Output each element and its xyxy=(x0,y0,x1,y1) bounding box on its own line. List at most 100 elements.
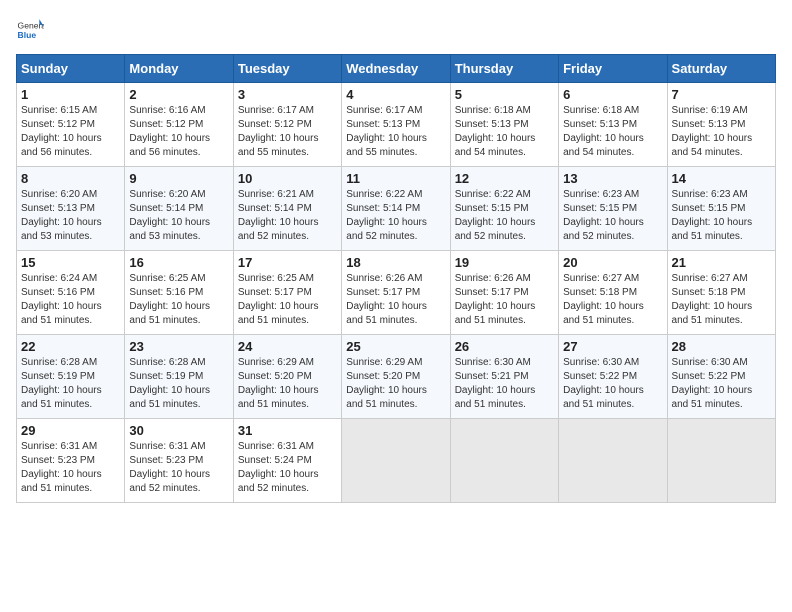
day-info: Sunrise: 6:27 AMSunset: 5:18 PMDaylight:… xyxy=(672,272,771,328)
calendar-cell: 12 Sunrise: 6:22 AMSunset: 5:15 PMDayligh… xyxy=(450,167,558,251)
calendar-cell: 26 Sunrise: 6:30 AMSunset: 5:21 PMDayligh… xyxy=(450,335,558,419)
day-info: Sunrise: 6:31 AMSunset: 5:24 PMDaylight:… xyxy=(238,440,337,496)
day-number: 21 xyxy=(672,255,771,270)
day-info: Sunrise: 6:23 AMSunset: 5:15 PMDaylight:… xyxy=(672,188,771,244)
day-info: Sunrise: 6:18 AMSunset: 5:13 PMDaylight:… xyxy=(455,104,554,160)
day-number: 19 xyxy=(455,255,554,270)
day-info: Sunrise: 6:15 AMSunset: 5:12 PMDaylight:… xyxy=(21,104,120,160)
day-number: 29 xyxy=(21,423,120,438)
day-number: 27 xyxy=(563,339,662,354)
day-number: 14 xyxy=(672,171,771,186)
calendar-cell: 3Sunrise: 6:17 AMSunset: 5:12 PMDaylight… xyxy=(233,83,341,167)
day-number: 18 xyxy=(346,255,445,270)
calendar-cell: 16Sunrise: 6:25 AMSunset: 5:16 PMDayligh… xyxy=(125,251,233,335)
day-number: 22 xyxy=(21,339,120,354)
calendar-cell: 8 Sunrise: 6:20 AMSunset: 5:13 PMDaylight… xyxy=(17,167,125,251)
day-number: 23 xyxy=(129,339,228,354)
day-info: Sunrise: 6:20 AMSunset: 5:14 PMDaylight:… xyxy=(129,188,228,244)
day-info: Sunrise: 6:28 AMSunset: 5:19 PMDaylight:… xyxy=(21,356,120,412)
calendar-cell: 11 Sunrise: 6:22 AMSunset: 5:14 PMDayligh… xyxy=(342,167,450,251)
svg-text:Blue: Blue xyxy=(18,30,37,40)
day-info: Sunrise: 6:17 AMSunset: 5:13 PMDaylight:… xyxy=(346,104,445,160)
calendar-cell: 14 Sunrise: 6:23 AMSunset: 5:15 PMDayligh… xyxy=(667,167,775,251)
day-info: Sunrise: 6:25 AMSunset: 5:16 PMDaylight:… xyxy=(129,272,228,328)
day-info: Sunrise: 6:27 AMSunset: 5:18 PMDaylight:… xyxy=(563,272,662,328)
calendar-cell: 5 Sunrise: 6:18 AMSunset: 5:13 PMDaylight… xyxy=(450,83,558,167)
day-info: Sunrise: 6:26 AMSunset: 5:17 PMDaylight:… xyxy=(455,272,554,328)
calendar-cell: 10 Sunrise: 6:21 AMSunset: 5:14 PMDayligh… xyxy=(233,167,341,251)
day-number: 10 xyxy=(238,171,337,186)
day-info: Sunrise: 6:24 AMSunset: 5:16 PMDaylight:… xyxy=(21,272,120,328)
day-info: Sunrise: 6:18 AMSunset: 5:13 PMDaylight:… xyxy=(563,104,662,160)
day-info: Sunrise: 6:25 AMSunset: 5:17 PMDaylight:… xyxy=(238,272,337,328)
day-number: 5 xyxy=(455,87,554,102)
calendar-cell: 24Sunrise: 6:29 AMSunset: 5:20 PMDayligh… xyxy=(233,335,341,419)
week-row-1: 1 Sunrise: 6:15 AMSunset: 5:12 PMDaylight… xyxy=(17,83,776,167)
weekday-header-monday: Monday xyxy=(125,55,233,83)
day-info: Sunrise: 6:19 AMSunset: 5:13 PMDaylight:… xyxy=(672,104,771,160)
calendar-cell: 18 Sunrise: 6:26 AMSunset: 5:17 PMDayligh… xyxy=(342,251,450,335)
day-number: 11 xyxy=(346,171,445,186)
logo: General Blue xyxy=(16,16,44,44)
calendar-cell: 2 Sunrise: 6:16 AMSunset: 5:12 PMDaylight… xyxy=(125,83,233,167)
calendar-cell: 25 Sunrise: 6:29 AMSunset: 5:20 PMDayligh… xyxy=(342,335,450,419)
weekday-header-row: SundayMondayTuesdayWednesdayThursdayFrid… xyxy=(17,55,776,83)
calendar-cell: 7 Sunrise: 6:19 AMSunset: 5:13 PMDaylight… xyxy=(667,83,775,167)
day-info: Sunrise: 6:26 AMSunset: 5:17 PMDaylight:… xyxy=(346,272,445,328)
day-info: Sunrise: 6:30 AMSunset: 5:22 PMDaylight:… xyxy=(563,356,662,412)
day-number: 7 xyxy=(672,87,771,102)
day-info: Sunrise: 6:23 AMSunset: 5:15 PMDaylight:… xyxy=(563,188,662,244)
week-row-3: 15Sunrise: 6:24 AMSunset: 5:16 PMDayligh… xyxy=(17,251,776,335)
day-info: Sunrise: 6:30 AMSunset: 5:21 PMDaylight:… xyxy=(455,356,554,412)
day-info: Sunrise: 6:31 AMSunset: 5:23 PMDaylight:… xyxy=(21,440,120,496)
day-info: Sunrise: 6:29 AMSunset: 5:20 PMDaylight:… xyxy=(346,356,445,412)
day-number: 12 xyxy=(455,171,554,186)
week-row-4: 22 Sunrise: 6:28 AMSunset: 5:19 PMDayligh… xyxy=(17,335,776,419)
day-number: 20 xyxy=(563,255,662,270)
calendar-cell: 19 Sunrise: 6:26 AMSunset: 5:17 PMDayligh… xyxy=(450,251,558,335)
calendar-cell xyxy=(667,419,775,503)
weekday-header-wednesday: Wednesday xyxy=(342,55,450,83)
day-number: 25 xyxy=(346,339,445,354)
day-number: 9 xyxy=(129,171,228,186)
day-info: Sunrise: 6:21 AMSunset: 5:14 PMDaylight:… xyxy=(238,188,337,244)
calendar-table: SundayMondayTuesdayWednesdayThursdayFrid… xyxy=(16,54,776,503)
week-row-2: 8 Sunrise: 6:20 AMSunset: 5:13 PMDaylight… xyxy=(17,167,776,251)
day-number: 28 xyxy=(672,339,771,354)
weekday-header-thursday: Thursday xyxy=(450,55,558,83)
calendar-cell: 22 Sunrise: 6:28 AMSunset: 5:19 PMDayligh… xyxy=(17,335,125,419)
calendar-cell: 4 Sunrise: 6:17 AMSunset: 5:13 PMDaylight… xyxy=(342,83,450,167)
generalblue-logo-icon: General Blue xyxy=(16,16,44,44)
weekday-header-sunday: Sunday xyxy=(17,55,125,83)
day-number: 24 xyxy=(238,339,337,354)
day-number: 1 xyxy=(21,87,120,102)
calendar-cell xyxy=(450,419,558,503)
day-number: 2 xyxy=(129,87,228,102)
week-row-5: 29 Sunrise: 6:31 AMSunset: 5:23 PMDayligh… xyxy=(17,419,776,503)
day-number: 6 xyxy=(563,87,662,102)
page-header: General Blue xyxy=(16,16,776,44)
day-number: 30 xyxy=(129,423,228,438)
day-number: 26 xyxy=(455,339,554,354)
calendar-cell: 21 Sunrise: 6:27 AMSunset: 5:18 PMDayligh… xyxy=(667,251,775,335)
day-info: Sunrise: 6:16 AMSunset: 5:12 PMDaylight:… xyxy=(129,104,228,160)
day-number: 8 xyxy=(21,171,120,186)
calendar-cell xyxy=(559,419,667,503)
calendar-cell: 9 Sunrise: 6:20 AMSunset: 5:14 PMDaylight… xyxy=(125,167,233,251)
day-info: Sunrise: 6:31 AMSunset: 5:23 PMDaylight:… xyxy=(129,440,228,496)
day-info: Sunrise: 6:20 AMSunset: 5:13 PMDaylight:… xyxy=(21,188,120,244)
day-info: Sunrise: 6:30 AMSunset: 5:22 PMDaylight:… xyxy=(672,356,771,412)
calendar-cell: 6 Sunrise: 6:18 AMSunset: 5:13 PMDaylight… xyxy=(559,83,667,167)
calendar-cell: 28 Sunrise: 6:30 AMSunset: 5:22 PMDayligh… xyxy=(667,335,775,419)
calendar-cell: 20 Sunrise: 6:27 AMSunset: 5:18 PMDayligh… xyxy=(559,251,667,335)
day-info: Sunrise: 6:22 AMSunset: 5:15 PMDaylight:… xyxy=(455,188,554,244)
day-info: Sunrise: 6:17 AMSunset: 5:12 PMDaylight:… xyxy=(238,104,337,160)
calendar-cell xyxy=(342,419,450,503)
calendar-cell: 13Sunrise: 6:23 AMSunset: 5:15 PMDayligh… xyxy=(559,167,667,251)
calendar-cell: 27 Sunrise: 6:30 AMSunset: 5:22 PMDayligh… xyxy=(559,335,667,419)
calendar-cell: 30 Sunrise: 6:31 AMSunset: 5:23 PMDayligh… xyxy=(125,419,233,503)
day-info: Sunrise: 6:22 AMSunset: 5:14 PMDaylight:… xyxy=(346,188,445,244)
calendar-cell: 1 Sunrise: 6:15 AMSunset: 5:12 PMDaylight… xyxy=(17,83,125,167)
calendar-cell: 31Sunrise: 6:31 AMSunset: 5:24 PMDayligh… xyxy=(233,419,341,503)
day-number: 4 xyxy=(346,87,445,102)
